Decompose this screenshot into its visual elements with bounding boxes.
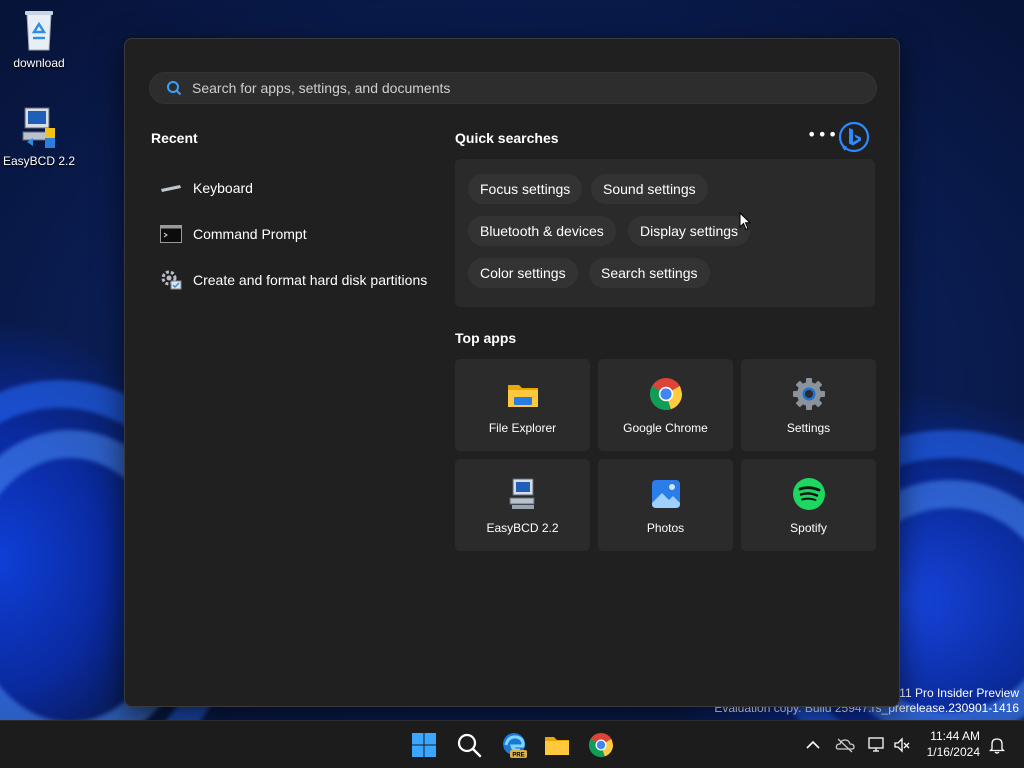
app-tile-photos[interactable]: Photos <box>598 459 733 551</box>
easybcd-icon <box>22 107 55 148</box>
top-apps-grid: File Explorer Google Chrome Settings Eas… <box>455 359 876 551</box>
recycle-bin-icon <box>25 11 53 51</box>
app-tile-google-chrome[interactable]: Google Chrome <box>598 359 733 451</box>
chip-focus-settings[interactable]: Focus settings <box>468 174 583 204</box>
edge-beta-icon[interactable]: PRE <box>500 731 528 759</box>
volume-muted-icon[interactable] <box>892 735 912 755</box>
recent-item-label: Create and format hard disk partitions <box>193 272 428 288</box>
taskbar-search-icon[interactable] <box>455 731 483 759</box>
search-input[interactable] <box>192 80 876 96</box>
disk-management-icon <box>161 270 182 290</box>
chip-sound-settings[interactable]: Sound settings <box>591 174 708 204</box>
app-tile-easybcd[interactable]: EasyBCD 2.2 <box>455 459 590 551</box>
app-tile-spotify[interactable]: Spotify <box>741 459 876 551</box>
app-tile-label: Google Chrome <box>623 421 708 435</box>
onedrive-offline-icon[interactable] <box>835 735 855 755</box>
app-tile-label: Settings <box>786 421 831 435</box>
search-panel: Recent Keyboard Command Prompt <box>124 38 900 707</box>
app-tile-label: EasyBCD 2.2 <box>486 521 559 535</box>
taskbar-clock[interactable]: 11:44 AM 1/16/2024 <box>927 728 980 760</box>
recent-item-command-prompt[interactable]: Command Prompt <box>159 211 449 257</box>
chip-display-settings[interactable]: Display settings <box>628 216 751 246</box>
taskbar: PRE 11:44 AM 1/16/2024 <box>0 720 1024 768</box>
desktop-icon-label: EasyBCD 2.2 <box>2 154 76 168</box>
top-apps-title: Top apps <box>455 330 517 346</box>
app-tile-file-explorer[interactable]: File Explorer <box>455 359 590 451</box>
bing-icon[interactable] <box>838 121 870 153</box>
recent-item-label: Keyboard <box>193 180 253 196</box>
chip-search-settings[interactable]: Search settings <box>589 258 710 288</box>
desktop-icon-recycle-bin[interactable]: download <box>1 8 77 70</box>
chip-color-settings[interactable]: Color settings <box>468 258 578 288</box>
chip-bluetooth-devices[interactable]: Bluetooth & devices <box>468 216 616 246</box>
recent-item-disk-partitions[interactable]: Create and format hard disk partitions <box>159 257 449 303</box>
desktop-icon-easybcd[interactable]: EasyBCD 2.2 <box>1 106 77 168</box>
svg-text:PRE: PRE <box>512 753 524 759</box>
more-options-button[interactable]: ••• <box>807 125 837 149</box>
mouse-cursor-icon <box>739 212 751 231</box>
network-icon[interactable] <box>867 735 887 755</box>
taskbar-file-explorer-icon[interactable] <box>543 731 571 759</box>
recent-item-keyboard[interactable]: Keyboard <box>159 165 449 211</box>
desktop-icon-label: download <box>13 56 65 70</box>
keyboard-icon <box>161 185 181 192</box>
command-prompt-icon <box>160 225 182 243</box>
app-tile-label: Photos <box>646 521 685 535</box>
recent-list: Keyboard Command Prompt Create and forma… <box>159 165 449 303</box>
search-box[interactable] <box>149 72 877 104</box>
clock-time: 11:44 AM <box>930 729 980 743</box>
chrome-icon <box>649 378 682 411</box>
folder-icon <box>507 385 538 407</box>
recent-item-label: Command Prompt <box>193 226 307 242</box>
watermark-line1: s 11 Pro Insider Preview <box>889 686 1019 700</box>
taskbar-chrome-icon[interactable] <box>587 731 615 759</box>
search-icon <box>167 81 182 96</box>
clock-date: 1/16/2024 <box>926 745 980 759</box>
app-tile-settings[interactable]: Settings <box>741 359 876 451</box>
gear-icon <box>792 378 825 410</box>
notification-bell-icon[interactable] <box>987 735 1007 755</box>
easybcd-icon <box>509 478 534 509</box>
photos-icon <box>651 480 680 508</box>
spotify-icon <box>792 478 825 510</box>
windows-start-icon[interactable] <box>410 731 438 759</box>
app-tile-label: File Explorer <box>488 421 557 435</box>
chevron-up-icon[interactable] <box>803 735 823 755</box>
app-tile-label: Spotify <box>790 521 827 535</box>
quick-searches-box: Focus settings Sound settings Bluetooth … <box>455 159 875 307</box>
recent-title: Recent <box>151 130 198 146</box>
quick-searches-title: Quick searches <box>455 130 559 146</box>
